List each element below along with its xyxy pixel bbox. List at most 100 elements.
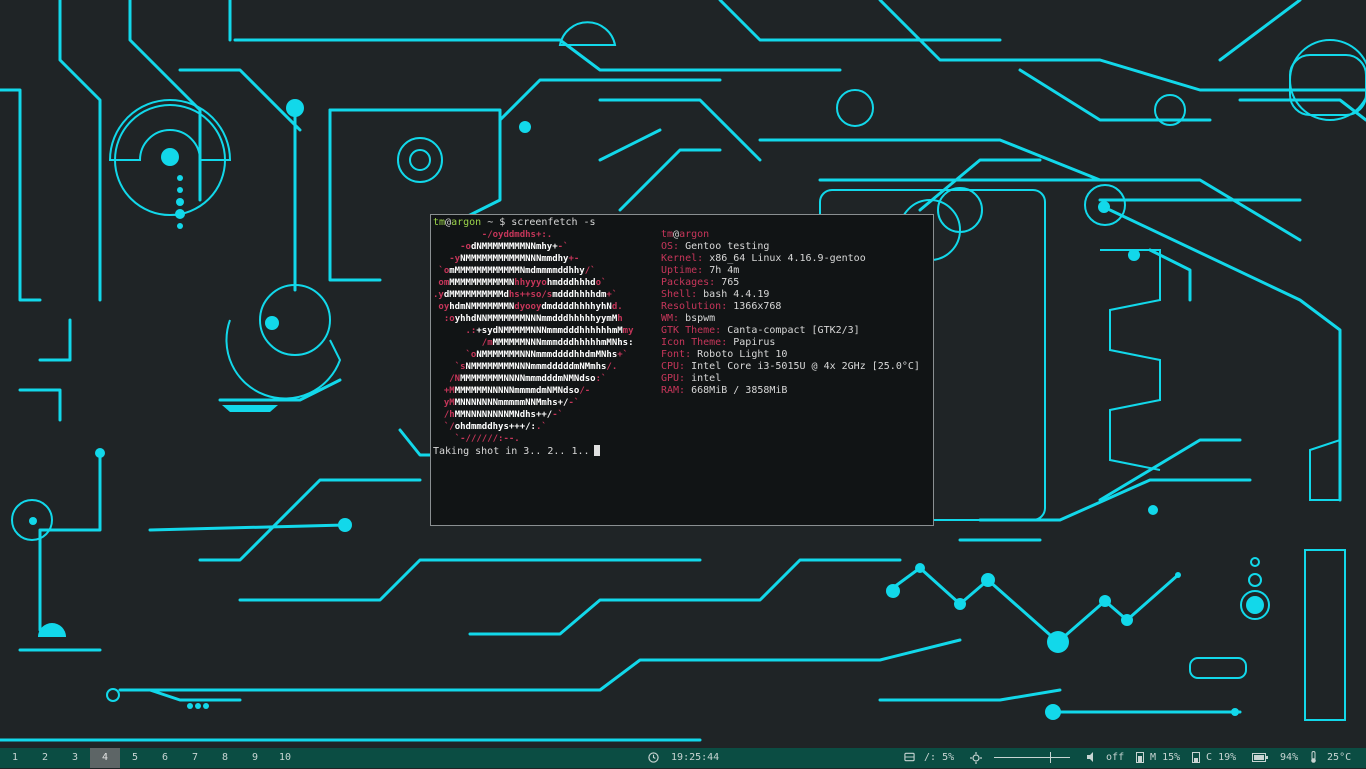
logo-segment: +sydNMMMMMNNNmmmdddhhhhhhmM [476, 326, 623, 336]
cpu-text: C 19% [1206, 752, 1237, 763]
workspace-7[interactable]: 7 [180, 748, 210, 768]
info-row: RAM: 668MiB / 3858MiB [661, 385, 920, 397]
workspace-5[interactable]: 5 [120, 748, 150, 768]
info-user: tm [661, 229, 674, 240]
logo-segment [433, 350, 466, 360]
cpu-module[interactable]: C 19% [1192, 748, 1236, 768]
logo-segment: yM [443, 398, 455, 408]
terminal-window[interactable]: tm@argon ~ $ screenfetch -s -/oyddmdhs+:… [430, 214, 934, 526]
info-row: WM: bspwm [661, 313, 920, 325]
logo-segment: .: [465, 326, 477, 336]
clock-text: 19:25:44 [671, 752, 720, 763]
workspace-9[interactable]: 9 [240, 748, 270, 768]
memory-text: M 15% [1150, 752, 1181, 763]
logo-segment: MMNNNNNNNNMNdhs++/ [454, 410, 553, 420]
logo-line: `oNMMMMMMMNNNmmmddddhhdmMNhs+` [433, 349, 634, 361]
logo-segment: MMMMMMMMMMMN [449, 278, 515, 288]
logo-segment: +` [617, 350, 629, 360]
status-bar: 1 2 3 4 5 6 7 8 9 10 19:25:44 /: 5% off M 15% C 1… [0, 748, 1366, 768]
info-key: Uptime: [661, 265, 704, 276]
logo-segment: NMMMMMMMMNNNmmmdddddmNMmhs [465, 362, 607, 372]
clock-module[interactable]: 19:25:44 [648, 748, 719, 768]
logo-line: .:+sydNMMMMMNNNmmmdddhhhhhhmMmy [433, 325, 634, 337]
info-value: Gentoo testing [685, 241, 770, 252]
clock-icon [648, 751, 659, 763]
logo-segment: `/ [443, 422, 455, 432]
info-value: 7h 4m [709, 265, 740, 276]
logo-segment: /- [579, 386, 591, 396]
logo-segment [433, 314, 444, 324]
logo-segment: dNMMMMMMMMNNmhy+ [470, 242, 558, 252]
logo-segment: /N [449, 374, 461, 384]
info-key: CPU: [661, 361, 686, 372]
logo-segment: MMMMMMMMNNNNmmmdddmNMNdso [460, 374, 596, 384]
temperature-module[interactable]: 25°C [1310, 748, 1351, 768]
logo-segment: om [438, 278, 450, 288]
logo-segment: yhhdNNMMMMMMMNNNmmdddhhhhhyymM [454, 314, 618, 324]
info-value: intel [691, 373, 722, 384]
brightness-slider[interactable] [994, 748, 1071, 768]
info-key: OS: [661, 241, 680, 252]
workspace-4[interactable]: 4 [90, 748, 120, 768]
logo-segment [433, 362, 455, 372]
speaker-icon [1087, 752, 1093, 762]
drive-icon [904, 752, 915, 762]
brightness-module[interactable] [970, 748, 1071, 768]
volume-module[interactable]: off [1086, 748, 1124, 768]
workspace-3[interactable]: 3 [60, 748, 90, 768]
logo-segment [433, 422, 444, 432]
workspace-1[interactable]: 1 [0, 748, 30, 768]
terminal-cursor [593, 445, 600, 456]
logo-segment: MMMMMMNNNmmmdddhhhhhmMNhs: [492, 338, 634, 348]
info-key: GTK Theme: [661, 325, 722, 336]
logo-segment: hdmNMMMMMMMN [449, 302, 515, 312]
info-row: OS: Gentoo testing [661, 241, 920, 253]
logo-segment: o` [595, 278, 607, 288]
logo-segment: +M [443, 386, 455, 396]
logo-segment: h [617, 314, 623, 324]
logo-segment: `o [438, 266, 450, 276]
logo-segment: /` [584, 266, 596, 276]
logo-segment: NMMMMMMMMMMMNNNmmdhy [460, 254, 569, 264]
info-row: Font: Roboto Light 10 [661, 349, 920, 361]
logo-segment: `-//////:--. [454, 434, 520, 444]
shot-countdown-text: Taking shot in 3.. 2.. 1.. [433, 446, 590, 457]
logo-line: -odNMMMMMMMMNNmhy+-` [433, 241, 634, 253]
info-value: x86_64 Linux 4.16.9-gentoo [709, 253, 866, 264]
info-row: Icon Theme: Papirus [661, 337, 920, 349]
logo-segment [433, 242, 460, 252]
info-host: argon [679, 229, 710, 240]
logo-segment: dMMMMMMMMMMd [443, 290, 509, 300]
logo-segment: /h [443, 410, 455, 420]
logo-segment: dyooy [514, 302, 542, 312]
workspace-8[interactable]: 8 [210, 748, 240, 768]
logo-line: +MMMMMMMNNNNNmmmmdmNMNdso/- [433, 385, 634, 397]
logo-segment: :` [595, 374, 607, 384]
logo-segment: mMMMMMMMMMMMMNmdmmmmddhhy [449, 266, 585, 276]
shot-countdown-line: Taking shot in 3.. 2.. 1.. [433, 445, 600, 458]
disk-module[interactable]: /: 5% [904, 748, 954, 768]
info-value: bspwm [685, 313, 716, 324]
logo-segment: `s [454, 362, 466, 372]
memory-icon [1136, 751, 1144, 763]
info-title: tm@argon [661, 229, 920, 241]
logo-segment [433, 230, 482, 240]
workspace-6[interactable]: 6 [150, 748, 180, 768]
info-key: RAM: [661, 385, 686, 396]
info-key: WM: [661, 313, 680, 324]
logo-segment [433, 410, 444, 420]
logo-segment: d. [611, 302, 623, 312]
battery-module[interactable]: 94% [1252, 748, 1298, 768]
brightness-icon [970, 752, 982, 764]
memory-module[interactable]: M 15% [1136, 748, 1180, 768]
logo-segment: -y [449, 254, 461, 264]
logo-line: .ydMMMMMMMMMMdhs++so/smdddhhhhdm+` [433, 289, 634, 301]
workspace-10[interactable]: 10 [270, 748, 300, 768]
logo-segment: oy [438, 302, 450, 312]
info-key: Packages: [661, 277, 716, 288]
info-key: Icon Theme: [661, 337, 728, 348]
info-value: Roboto Light 10 [697, 349, 788, 360]
logo-segment [433, 254, 449, 264]
info-row: GTK Theme: Canta-compact [GTK2/3] [661, 325, 920, 337]
workspace-2[interactable]: 2 [30, 748, 60, 768]
